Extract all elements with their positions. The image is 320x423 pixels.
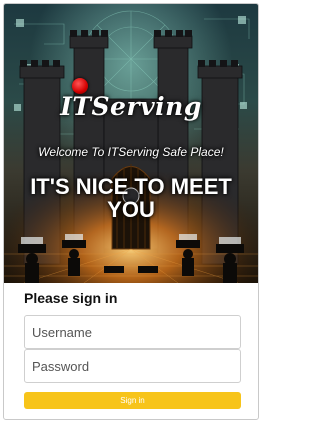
username-field[interactable] [24,315,241,349]
login-card: ITServing Welcome To ITServing Safe Plac… [3,3,259,420]
castle-illustration [4,4,258,283]
hero-banner: ITServing Welcome To ITServing Safe Plac… [4,4,258,283]
signin-heading: Please sign in [24,290,118,306]
password-field[interactable] [24,349,241,383]
welcome-text: Welcome To ITServing Safe Place! [38,145,224,159]
hero-headline: IT'S NICE TO MEET YOU [30,174,232,222]
sign-in-button[interactable]: Sign in [24,392,241,409]
brand-logo: ITServing [60,92,202,121]
